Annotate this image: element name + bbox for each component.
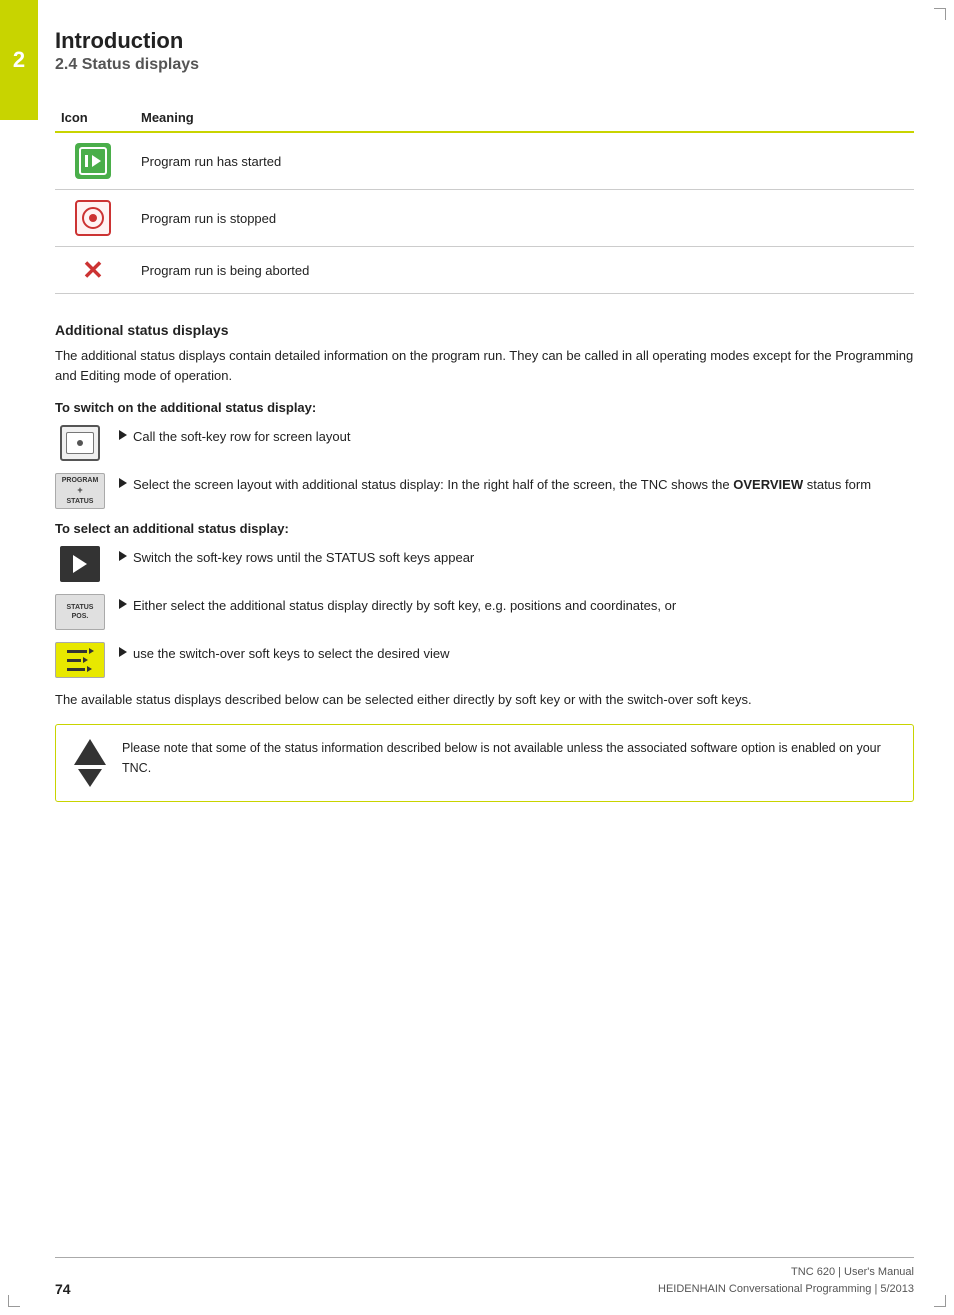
play-icon-box xyxy=(75,143,111,179)
step-arrow-icon xyxy=(119,647,127,657)
status-text: STATUS xyxy=(67,603,94,612)
step-icon-switchover xyxy=(55,642,105,678)
play-arrow xyxy=(92,155,101,167)
chapter-title: Introduction xyxy=(55,28,914,54)
play-bar xyxy=(85,155,88,167)
additional-title: Additional status displays xyxy=(55,322,914,338)
step-icon-status-pos: STATUS POS. xyxy=(55,594,105,630)
step-arrow-icon xyxy=(119,430,127,440)
footer-product-info: TNC 620 | User's Manual HEIDENHAIN Conve… xyxy=(658,1264,914,1297)
stop-circle-dot xyxy=(89,214,97,222)
stop-icon-inner xyxy=(79,204,107,232)
play-icon-inner xyxy=(79,147,107,175)
sw-bar xyxy=(67,650,87,653)
footer: 74 TNC 620 | User's Manual HEIDENHAIN Co… xyxy=(55,1257,914,1297)
step-row-screen: Call the soft-key row for screen layout xyxy=(55,425,914,461)
additional-body2: The available status displays described … xyxy=(55,690,914,710)
switchover-lines xyxy=(67,648,94,672)
sw-line-2 xyxy=(67,657,94,663)
step-row-arrow-right: Switch the soft-key rows until the STATU… xyxy=(55,546,914,582)
status-pos-softkey-icon: STATUS POS. xyxy=(55,594,105,630)
stop-circle xyxy=(82,207,104,229)
sw-arrow xyxy=(83,657,88,663)
corner-mark-tr xyxy=(934,8,946,20)
step-arrow-icon xyxy=(119,599,127,609)
corner-mark-br xyxy=(934,1295,946,1307)
table-row: Program run has started xyxy=(55,132,914,190)
step-icon-program-status: PROGRAM + STATUS xyxy=(55,473,105,509)
meaning-cell-play: Program run has started xyxy=(135,132,914,190)
footer-product-line1: TNC 620 | User's Manual xyxy=(658,1264,914,1281)
arrow-right-triangle xyxy=(73,555,87,573)
step-text-program-status: Select the screen layout with additional… xyxy=(119,473,914,495)
step-arrow-icon xyxy=(119,478,127,488)
col-header-meaning: Meaning xyxy=(135,104,914,132)
step-icon-screen xyxy=(55,425,105,461)
step-text-status-pos: Either select the additional status disp… xyxy=(119,594,914,616)
step-text-screen: Call the soft-key row for screen layout xyxy=(119,425,914,447)
page-number: 74 xyxy=(55,1281,71,1297)
program-label: PROGRAM xyxy=(62,476,99,485)
screen-inner xyxy=(66,432,94,454)
icon-cell-abort: ✕ xyxy=(55,247,135,294)
meaning-cell-stop: Program run is stopped xyxy=(135,190,914,247)
step-row-program-status: PROGRAM + STATUS Select the screen layou… xyxy=(55,473,914,509)
step-text-arrow-right: Switch the soft-key rows until the STATU… xyxy=(119,546,914,568)
overview-bold: OVERVIEW xyxy=(733,477,803,492)
table-row: Program run is stopped xyxy=(55,190,914,247)
section-title: 2.4 Status displays xyxy=(55,56,914,74)
step-arrow-icon xyxy=(119,551,127,561)
sw-line-3 xyxy=(67,666,94,672)
corner-mark-bl xyxy=(8,1295,20,1307)
abort-x-icon: ✕ xyxy=(82,255,104,285)
stop-icon-box xyxy=(75,200,111,236)
switch-on-label: To switch on the additional status displ… xyxy=(55,400,914,415)
screen-dot xyxy=(77,440,83,446)
additional-body: The additional status displays contain d… xyxy=(55,346,914,386)
sw-bar xyxy=(67,659,81,662)
step-row-switchover: use the switch-over soft keys to select … xyxy=(55,642,914,678)
note-text: Please note that some of the status info… xyxy=(122,739,897,778)
meaning-cell-abort: Program run is being aborted xyxy=(135,247,914,294)
pos-text: POS. xyxy=(72,612,89,621)
icon-cell-play xyxy=(55,132,135,190)
sw-arrow xyxy=(89,648,94,654)
note-arrow-down xyxy=(78,769,102,787)
plus-sign: + xyxy=(77,485,82,497)
sw-line-1 xyxy=(67,648,94,654)
table-row: ✕ Program run is being aborted xyxy=(55,247,914,294)
step-row-status-pos: STATUS POS. Either select the additional… xyxy=(55,594,914,630)
col-header-icon: Icon xyxy=(55,104,135,132)
sw-arrow xyxy=(87,666,92,672)
note-triangle-up xyxy=(74,739,106,765)
footer-product-line2: HEIDENHAIN Conversational Programming | … xyxy=(658,1281,914,1298)
sw-bar xyxy=(67,668,85,671)
status-icon-table: Icon Meaning Program run has started xyxy=(55,104,914,294)
step-icon-arrow-right xyxy=(55,546,105,582)
switchover-softkey-icon xyxy=(55,642,105,678)
status-label: STATUS xyxy=(67,497,94,506)
note-box: Please note that some of the status info… xyxy=(55,724,914,802)
chapter-tab: 2 xyxy=(0,0,38,120)
select-label: To select an additional status display: xyxy=(55,521,914,536)
main-content: Introduction 2.4 Status displays Icon Me… xyxy=(55,0,914,802)
chapter-number: 2 xyxy=(13,47,25,73)
step-text-switchover: use the switch-over soft keys to select … xyxy=(119,642,914,664)
screen-layout-icon xyxy=(60,425,100,461)
program-status-softkey-icon: PROGRAM + STATUS xyxy=(55,473,105,509)
note-icon xyxy=(72,739,108,787)
icon-cell-stop xyxy=(55,190,135,247)
arrow-right-softkey-icon xyxy=(60,546,100,582)
